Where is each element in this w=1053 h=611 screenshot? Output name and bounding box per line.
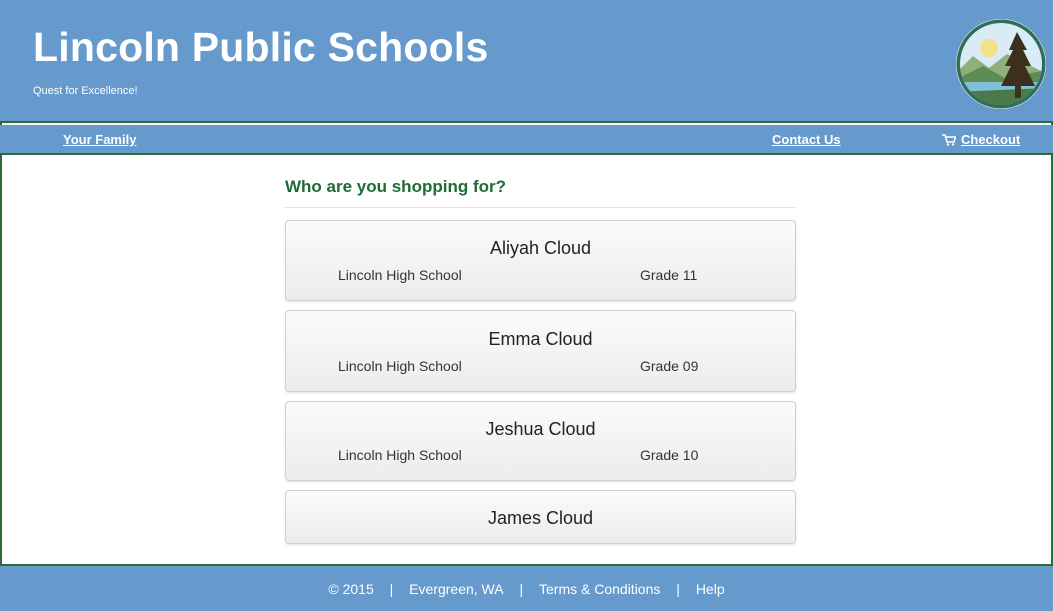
- footer-separator: |: [519, 581, 524, 597]
- footer-location: Evergreen, WA: [409, 581, 504, 597]
- school-logo-icon: [956, 19, 1046, 109]
- student-school: Lincoln High School: [338, 267, 462, 283]
- footer-separator: |: [676, 581, 680, 597]
- student-card-james[interactable]: James Cloud: [285, 490, 796, 544]
- page-heading: Who are you shopping for?: [285, 177, 506, 196]
- student-grade: Grade 10: [640, 447, 699, 463]
- student-name: James Cloud: [487, 508, 594, 528]
- student-school: Lincoln High School: [338, 358, 462, 374]
- cart-icon: [942, 133, 956, 146]
- nav-link-checkout[interactable]: Checkout: [942, 132, 1020, 147]
- footer-copyright: © 2015: [328, 581, 374, 597]
- nav-link-contact-us[interactable]: Contact Us: [772, 132, 841, 147]
- footer-terms-link[interactable]: Terms & Conditions: [539, 581, 660, 597]
- checkout-label: Checkout: [961, 132, 1021, 147]
- heading-divider: [285, 207, 795, 208]
- footer-help-link[interactable]: Help: [696, 581, 725, 597]
- student-grade: Grade 09: [640, 358, 699, 374]
- student-card-aliyah[interactable]: Aliyah Cloud Lincoln High School Grade 1…: [285, 220, 796, 301]
- student-name: Jeshua Cloud: [485, 419, 596, 439]
- site-header: Lincoln Public Schools Quest for Excelle…: [0, 0, 1053, 123]
- student-name: Emma Cloud: [488, 329, 593, 349]
- footer-links: © 2015 | Evergreen, WA | Terms & Conditi…: [0, 581, 1053, 597]
- site-footer: © 2015 | Evergreen, WA | Terms & Conditi…: [0, 564, 1053, 611]
- student-school: Lincoln High School: [338, 447, 462, 463]
- nav-link-your-family[interactable]: Your Family: [63, 132, 136, 147]
- site-tagline: Quest for Excellence!: [33, 85, 138, 97]
- student-grade: Grade 11: [640, 267, 698, 283]
- student-card-jeshua[interactable]: Jeshua Cloud Lincoln High School Grade 1…: [285, 401, 796, 481]
- footer-separator: |: [389, 581, 394, 597]
- student-name: Aliyah Cloud: [489, 238, 592, 258]
- student-card-emma[interactable]: Emma Cloud Lincoln High School Grade 09: [285, 310, 796, 392]
- nav-bar: Your Family Contact Us Checkout: [0, 125, 1053, 155]
- site-title: Lincoln Public Schools: [33, 24, 489, 70]
